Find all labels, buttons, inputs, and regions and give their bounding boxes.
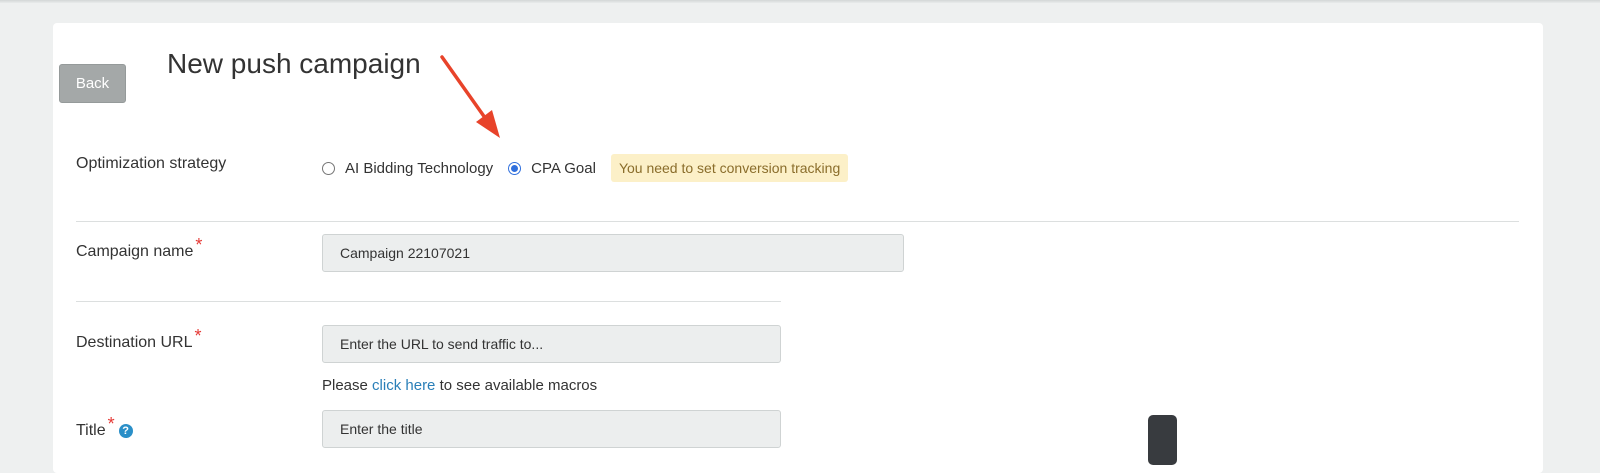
destination-url-label-text: Destination URL	[76, 334, 193, 351]
conversion-tracking-warning-badge: You need to set conversion tracking	[610, 154, 849, 182]
campaign-name-label: Campaign name *	[76, 235, 202, 261]
campaign-name-input[interactable]: Campaign 22107021	[322, 234, 904, 272]
required-asterisk: *	[194, 326, 202, 346]
top-shadow-bar	[0, 0, 1600, 3]
phone-preview-top	[1148, 415, 1177, 465]
macros-link[interactable]: click here	[372, 377, 435, 394]
help-icon[interactable]: ?	[118, 424, 133, 438]
optimization-strategy-radios: AI Bidding Technology CPA Goal You need …	[322, 154, 849, 182]
destination-url-input[interactable]: Enter the URL to send traffic to...	[322, 325, 781, 363]
required-asterisk: *	[107, 414, 115, 434]
macros-note-suffix: to see available macros	[435, 377, 598, 394]
destination-url-placeholder: Enter the URL to send traffic to...	[340, 336, 544, 352]
macros-note: Please click here to see available macro…	[322, 377, 597, 394]
section-divider	[76, 301, 781, 302]
radio-cpa-goal[interactable]	[508, 161, 522, 175]
optimization-strategy-label: Optimization strategy	[76, 155, 227, 172]
radio-cpa-goal-label[interactable]: CPA Goal	[531, 160, 596, 177]
title-label-text: Title	[76, 422, 106, 439]
campaign-name-value: Campaign 22107021	[340, 245, 470, 261]
section-divider	[76, 221, 1519, 222]
radio-ai-bidding-label[interactable]: AI Bidding Technology	[345, 160, 493, 177]
radio-ai-bidding[interactable]	[322, 161, 335, 175]
page-title: New push campaign	[167, 48, 421, 79]
macros-note-prefix: Please	[322, 377, 373, 394]
title-input[interactable]: Enter the title	[322, 410, 781, 448]
destination-url-label: Destination URL *	[76, 326, 202, 352]
back-button[interactable]: Back	[59, 64, 126, 103]
title-placeholder: Enter the title	[340, 421, 423, 437]
required-asterisk: *	[195, 235, 203, 255]
title-label: Title *?	[76, 414, 133, 440]
annotation-arrow-icon	[440, 55, 500, 138]
campaign-name-label-text: Campaign name	[76, 243, 194, 260]
